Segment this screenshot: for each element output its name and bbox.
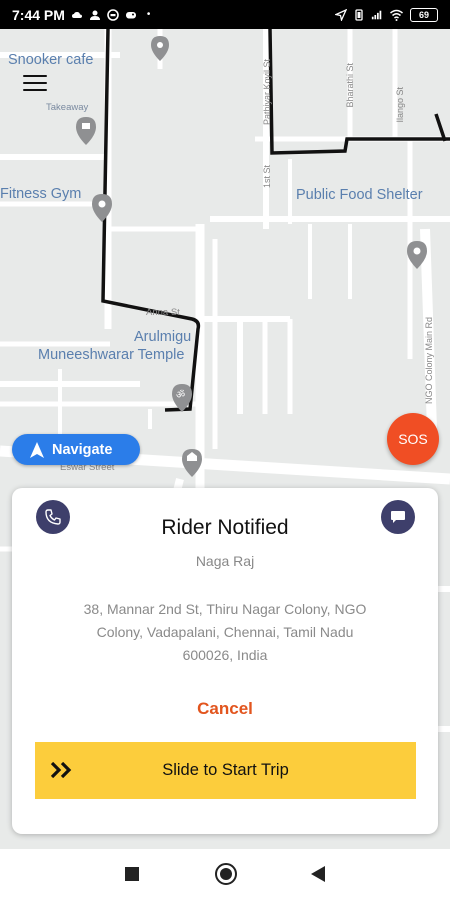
home-circle-icon[interactable] [215, 863, 237, 885]
menu-icon[interactable] [23, 75, 47, 93]
back-triangle-icon[interactable] [311, 866, 325, 882]
status-dot: • [146, 9, 151, 20]
map-label-temple-1: Arulmigu [134, 329, 192, 345]
status-right: 69 [335, 7, 438, 22]
navigate-label: Navigate [52, 441, 113, 458]
battery-icon: 69 [410, 7, 438, 22]
navigation-arrow-icon [30, 441, 44, 458]
wifi-icon [390, 9, 403, 21]
rider-name: Naga Raj [195, 553, 255, 569]
double-chevron-right-icon [51, 762, 72, 778]
status-left: 7:44 PM • [12, 7, 150, 23]
map-label-bharathi-st: Bharathi St [345, 63, 355, 108]
recents-square-icon[interactable] [125, 867, 139, 881]
location-arrow-icon [335, 8, 347, 21]
gamepad-icon [125, 11, 136, 18]
cloud-icon [71, 11, 82, 18]
status-time: 7:44 PM [12, 6, 65, 23]
map-label-fitness: Fitness Gym [0, 186, 82, 202]
slide-label: Slide to Start Trip [162, 761, 289, 779]
pickup-address: 38, Mannar 2nd St, Thiru Nagar Colony, N… [83, 601, 367, 663]
map-label-anna-st: Anna St [146, 307, 180, 318]
map-label-ilango-st: Ilango St [395, 87, 405, 123]
system-nav-bar [0, 849, 450, 900]
map-label-ngo-main: NGO Colony Main Rd [424, 317, 434, 405]
trip-card: Rider Notified Naga Raj 38, Mannar 2nd S… [12, 488, 438, 834]
svg-text:ॐ: ॐ [176, 389, 185, 401]
map-label-snooker: Snooker cafe [8, 52, 94, 68]
sos-label: SOS [398, 431, 428, 447]
map-label-pathiyar-st: Pathiyar Koyil St [262, 59, 272, 126]
screen: 7:44 PM • 69 ॐ Snooker cafe Takeaway Fit… [0, 0, 450, 900]
map-label-food-shelter: Public Food Shelter [296, 187, 423, 203]
slide-to-start-button[interactable]: Slide to Start Trip [35, 742, 416, 799]
vibrate-icon [355, 8, 363, 21]
card-title: Rider Notified [161, 516, 289, 539]
status-bar: 7:44 PM • 69 [0, 0, 450, 29]
map-label-takeaway: Takeaway [46, 102, 89, 113]
sos-button[interactable]: SOS [387, 413, 439, 465]
user-icon [89, 10, 100, 20]
map-label-1st-st: 1st St [262, 165, 272, 189]
headset-icon [107, 8, 119, 21]
navigate-button[interactable]: Navigate [12, 434, 140, 465]
signal-icon [371, 10, 382, 19]
cancel-button[interactable]: Cancel [12, 699, 438, 719]
map-label-temple-2: Muneeshwarar Temple [38, 347, 185, 363]
